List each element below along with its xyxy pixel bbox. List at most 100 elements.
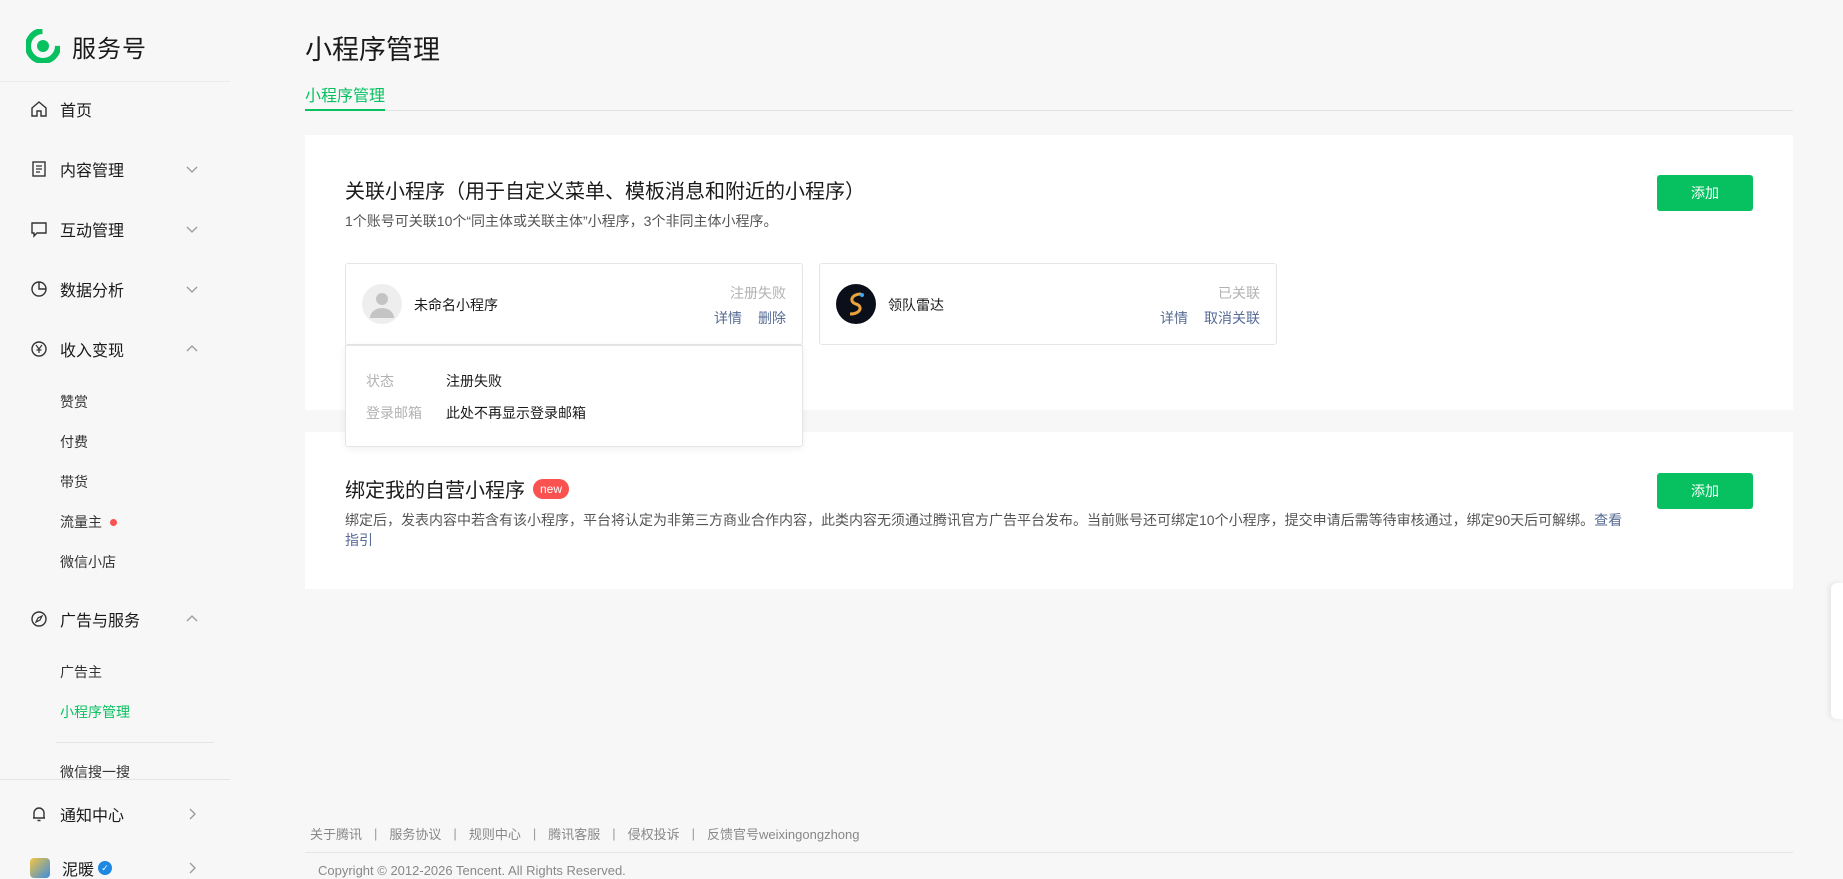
miniprogram-status: 注册失败 — [730, 285, 786, 301]
nav-content[interactable]: 内容管理 — [30, 149, 200, 189]
nav-interaction-label: 互动管理 — [60, 223, 125, 240]
footer-separator: | — [691, 826, 696, 841]
tab-miniprogram-manage[interactable]: 小程序管理 — [305, 82, 386, 111]
bound-title: 绑定我的自营小程序 — [345, 480, 525, 502]
linked-miniprogram-card: 关联小程序（用于自定义菜单、模板消息和附近的小程序） 1个账号可关联10个“同主… — [305, 135, 1793, 447]
sidebar-item-traffic[interactable]: 流量主 — [60, 510, 117, 534]
sidebar-item-search[interactable]: 微信搜一搜 — [60, 760, 130, 784]
new-badge: new — [533, 478, 570, 499]
nav-interaction[interactable]: 互动管理 — [30, 209, 200, 249]
divider — [305, 852, 1793, 853]
message-icon — [31, 222, 47, 238]
sidebar: 服务号 首页 内容管理 互动管理 数据分析 收入变现 赞赏 付费 带货 流量主 … — [0, 0, 230, 879]
account-name: 泥暖 — [62, 862, 95, 879]
default-avatar-icon — [362, 284, 402, 324]
verified-icon: ✓ — [98, 861, 113, 875]
status-value: 注册失败 — [446, 373, 502, 389]
linked-desc: 1个账号可关联10个“同主体或关联主体”小程序，3个非同主体小程序。 — [345, 213, 778, 229]
compass-icon — [31, 611, 47, 627]
miniprogram-logo-icon — [836, 284, 876, 324]
email-label: 登录邮箱 — [366, 405, 422, 421]
footer-separator: | — [374, 826, 378, 841]
sidebar-item-goods[interactable]: 带货 — [60, 470, 88, 494]
detail-link[interactable]: 详情 — [714, 308, 742, 328]
footer-link-terms[interactable]: 服务协议 — [389, 824, 441, 843]
chevron-down-icon — [186, 226, 198, 233]
footer-separator: | — [532, 826, 537, 841]
nav-analytics[interactable]: 数据分析 — [30, 269, 200, 309]
divider — [56, 742, 214, 743]
brand-logo-icon — [26, 29, 60, 63]
bound-desc: 绑定后，发表内容中若含有该小程序，平台将认定为非第三方商业合作内容，此类内容无须… — [345, 510, 1635, 550]
linked-title: 关联小程序（用于自定义菜单、模板消息和附近的小程序） — [345, 181, 865, 203]
main-content: 小程序管理 小程序管理 关联小程序（用于自定义菜单、模板消息和附近的小程序） 1… — [305, 0, 1793, 879]
miniprogram-name: 领队雷达 — [888, 297, 944, 313]
popover-status-row: 状态 注册失败 — [366, 371, 502, 391]
sidebar-item-paid[interactable]: 付费 — [60, 430, 88, 454]
nav-notifications-label: 通知中心 — [60, 808, 125, 825]
footer-separator: | — [612, 826, 616, 841]
unlink-link[interactable]: 取消关联 — [1204, 308, 1260, 328]
sidebar-item-reward[interactable]: 赞赏 — [60, 390, 88, 414]
copyright: Copyright © 2012-2026 Tencent. All Right… — [318, 863, 626, 878]
nav-content-label: 内容管理 — [60, 163, 125, 180]
brand[interactable]: 服务号 — [26, 28, 147, 64]
nav-account[interactable]: 泥暖 ✓ — [30, 848, 200, 879]
tab-bar: 小程序管理 — [305, 82, 1793, 111]
nav-revenue-label: 收入变现 — [60, 343, 125, 360]
chevron-up-icon — [186, 615, 198, 622]
miniprogram-actions: 详情 删除 — [714, 308, 786, 328]
footer-link-rules[interactable]: 规则中心 — [469, 824, 521, 843]
footer-separator: | — [453, 826, 457, 841]
chevron-down-icon — [186, 166, 198, 173]
yen-icon — [31, 341, 47, 357]
footer-links: 关于腾讯 | 服务协议 | 规则中心 | 腾讯客服 | 侵权投诉 | 反馈官号w… — [310, 824, 860, 843]
sidebar-item-shop[interactable]: 微信小店 — [60, 550, 116, 574]
status-popover: 状态 注册失败 登录邮箱 此处不再显示登录邮箱 — [345, 345, 803, 447]
app-root: 服务号 首页 内容管理 互动管理 数据分析 收入变现 赞赏 付费 带货 流量主 … — [0, 0, 1843, 879]
sidebar-item-miniprogram[interactable]: 小程序管理 — [60, 700, 130, 724]
add-bound-button[interactable]: 添加 — [1657, 473, 1753, 509]
notification-dot — [110, 518, 117, 526]
popover-email-row: 登录邮箱 此处不再显示登录邮箱 — [366, 403, 586, 423]
brand-name: 服务号 — [72, 35, 147, 63]
miniprogram-actions: 详情 取消关联 — [1160, 308, 1260, 328]
footer-link-support[interactable]: 腾讯客服 — [548, 824, 600, 843]
footer-link-about[interactable]: 关于腾讯 — [310, 824, 362, 843]
chevron-down-icon — [186, 286, 198, 293]
home-icon — [31, 101, 47, 117]
nav-ads-label: 广告与服务 — [60, 613, 141, 630]
bell-icon — [33, 807, 45, 822]
miniprogram-name: 未命名小程序 — [414, 297, 498, 313]
pie-chart-icon — [31, 281, 47, 297]
nav-home[interactable]: 首页 — [30, 89, 200, 129]
status-label: 状态 — [366, 373, 394, 389]
email-value: 此处不再显示登录邮箱 — [446, 405, 586, 421]
nav-home-label: 首页 — [60, 103, 93, 120]
chevron-right-icon — [189, 862, 196, 874]
floating-panel-edge[interactable] — [1831, 583, 1843, 719]
detail-link[interactable]: 详情 — [1160, 308, 1188, 328]
add-linked-button[interactable]: 添加 — [1657, 175, 1753, 211]
sidebar-item-advertiser[interactable]: 广告主 — [60, 660, 102, 684]
bound-desc-text: 绑定后，发表内容中若含有该小程序，平台将认定为非第三方商业合作内容，此类内容无须… — [345, 512, 1595, 528]
sidebar-item-traffic-label: 流量主 — [60, 514, 102, 530]
bound-miniprogram-card: 绑定我的自营小程序 new 绑定后，发表内容中若含有该小程序，平台将认定为非第三… — [305, 432, 1793, 589]
bound-title-row: 绑定我的自营小程序 new — [345, 474, 570, 503]
delete-link[interactable]: 删除 — [758, 308, 786, 328]
footer-link-feedback[interactable]: 反馈官号weixingongzhong — [707, 824, 859, 843]
footer-link-complaint[interactable]: 侵权投诉 — [628, 824, 680, 843]
miniprogram-item-lingdui: 领队雷达 已关联 详情 取消关联 — [819, 263, 1277, 345]
nav-notifications[interactable]: 通知中心 — [30, 794, 200, 834]
nav-analytics-label: 数据分析 — [60, 283, 125, 300]
divider — [0, 779, 230, 780]
nav-revenue[interactable]: 收入变现 — [30, 329, 200, 369]
divider — [0, 81, 230, 82]
page-title: 小程序管理 — [305, 35, 440, 65]
nav-ads[interactable]: 广告与服务 — [30, 599, 200, 639]
miniprogram-item-unnamed: 未命名小程序 注册失败 详情 删除 — [345, 263, 803, 345]
miniprogram-status: 已关联 — [1218, 285, 1260, 301]
account-avatar — [30, 858, 50, 878]
document-icon — [32, 161, 46, 177]
chevron-up-icon — [186, 345, 198, 352]
